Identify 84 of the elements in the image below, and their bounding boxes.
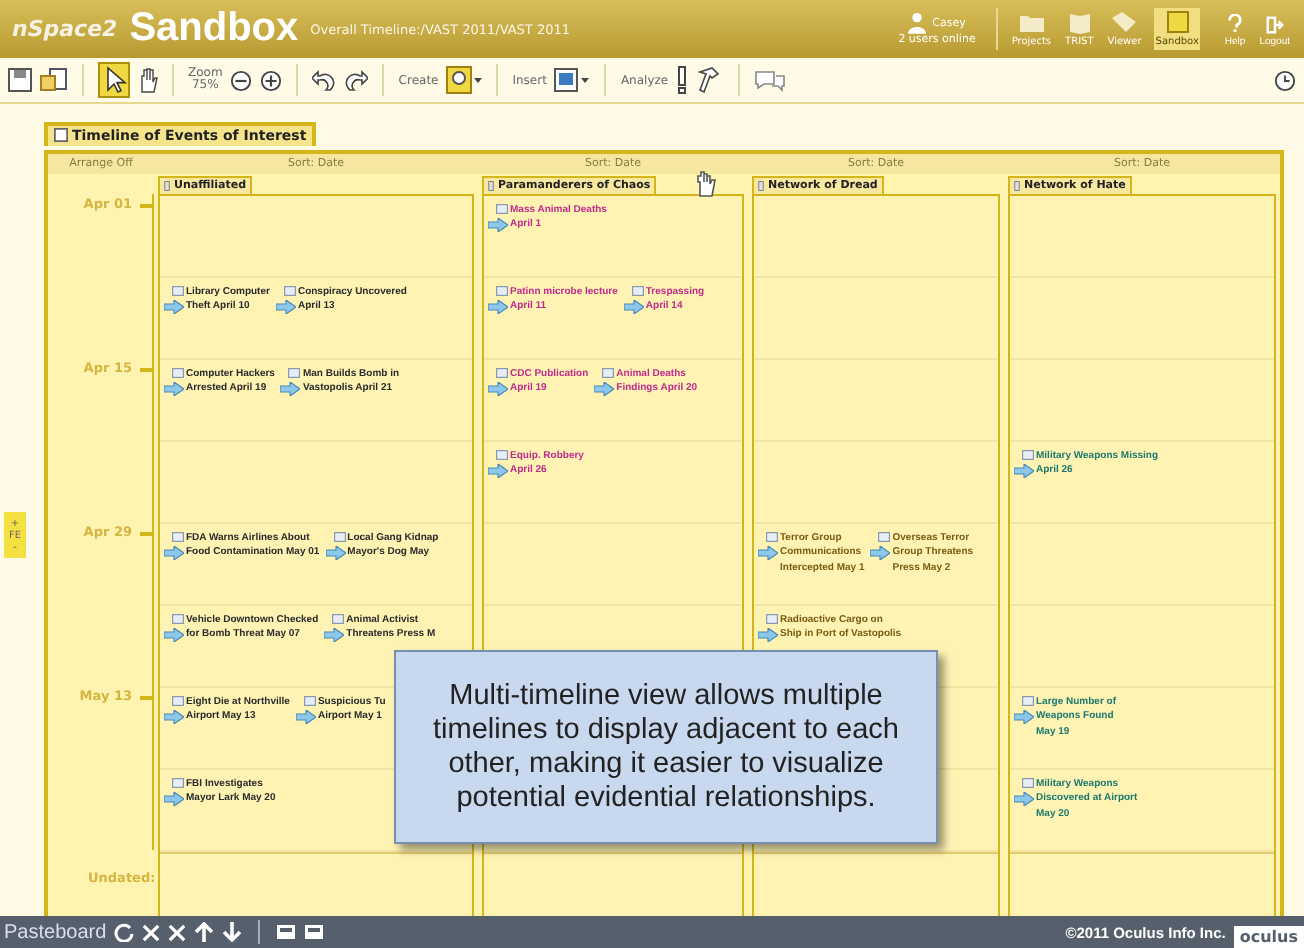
up-arrow-icon[interactable]: [194, 922, 215, 942]
note-icon: [172, 368, 184, 378]
chat-icon[interactable]: [754, 68, 787, 92]
arrow-icon: [594, 382, 615, 396]
brand-logo: nSpace2: [12, 16, 118, 42]
arrow-icon: [164, 382, 184, 396]
note-icon: [631, 286, 644, 296]
exit-icon: [1265, 16, 1284, 34]
note-icon: [1022, 778, 1034, 788]
callout-note: Multi-timeline view allows multiple timelines to display adjacent to each other, making it easier to visualize potential evidential relationships.: [394, 650, 938, 844]
pin-icon: [758, 180, 764, 192]
pasteboard-label: Pasteboard: [4, 921, 107, 943]
note-icon: [172, 696, 184, 706]
note-icon: [878, 532, 891, 542]
app-title: Sandbox: [129, 6, 299, 52]
arrow-icon: [758, 628, 778, 642]
note-icon: [496, 204, 508, 214]
arrow-icon: [1014, 464, 1034, 478]
image-dropdown-icon[interactable]: [554, 66, 591, 94]
refresh-icon[interactable]: [114, 922, 135, 942]
arrow-icon: [164, 628, 184, 642]
note-icon: [1163, 10, 1192, 34]
note-icon: [602, 368, 615, 378]
pin-icon: [488, 180, 494, 192]
hand-icon[interactable]: [138, 66, 158, 94]
user-icon: [908, 12, 927, 34]
note-icon: [172, 286, 184, 296]
tag-icon: [1110, 10, 1139, 34]
undo-icon[interactable]: [312, 68, 337, 92]
save-icon[interactable]: [8, 68, 32, 92]
arrow-icon: [488, 218, 508, 232]
arrow-icon: [324, 628, 345, 642]
arrow-icon: [164, 300, 184, 314]
card-icon[interactable]: [304, 924, 325, 940]
note-icon: [766, 614, 778, 624]
zoom-in-icon[interactable]: [260, 69, 283, 91]
arrow-icon: [164, 546, 184, 560]
arrow-icon: [325, 546, 346, 560]
close-icon[interactable]: [142, 923, 161, 941]
pin-icon: [164, 180, 170, 192]
arrow-icon: [488, 382, 508, 396]
note-icon: [332, 614, 345, 624]
company-logo: oculus: [1233, 926, 1304, 948]
note-icon: [283, 286, 296, 296]
arrow-icon: [275, 300, 296, 314]
arrow-icon: [870, 546, 891, 560]
arrow-icon: [623, 300, 644, 314]
zoom-out-icon[interactable]: [230, 69, 253, 91]
create-dropdown-icon[interactable]: [446, 66, 483, 94]
note-icon: [496, 450, 508, 460]
exclamation-icon[interactable]: [676, 66, 689, 94]
arrow-icon: [1014, 792, 1034, 806]
note-icon: [303, 696, 316, 706]
arrow-icon: [1014, 710, 1034, 724]
arrow-icon: [758, 546, 778, 560]
note-icon: [172, 614, 184, 624]
redo-icon[interactable]: [344, 68, 369, 92]
note-icon: [1022, 450, 1034, 460]
help-icon: [1228, 14, 1243, 34]
note-icon: [172, 532, 184, 542]
arrow-icon: [488, 464, 508, 478]
note-icon: [172, 778, 184, 788]
hammer-icon[interactable]: [696, 66, 725, 94]
pin-icon: [1014, 180, 1020, 192]
folder-icon: [1017, 10, 1046, 34]
note-icon: [766, 532, 778, 542]
note-icon: [54, 128, 68, 142]
note-icon: [496, 368, 508, 378]
note-icon: [496, 286, 508, 296]
arrow-icon: [295, 710, 316, 724]
pointer-icon[interactable]: [98, 62, 130, 98]
book-icon: [1065, 10, 1094, 34]
note-icon: [1022, 696, 1034, 706]
close-icon[interactable]: [168, 923, 187, 941]
arrow-icon: [164, 710, 184, 724]
arrow-icon: [488, 300, 508, 314]
clock-icon[interactable]: [1274, 69, 1296, 91]
card-icon[interactable]: [276, 924, 297, 940]
arrow-icon: [280, 382, 301, 396]
down-arrow-icon[interactable]: [222, 922, 243, 942]
note-icon: [288, 368, 301, 378]
arrow-icon: [164, 792, 184, 806]
export-icon[interactable]: [40, 68, 68, 92]
note-icon: [333, 532, 346, 542]
